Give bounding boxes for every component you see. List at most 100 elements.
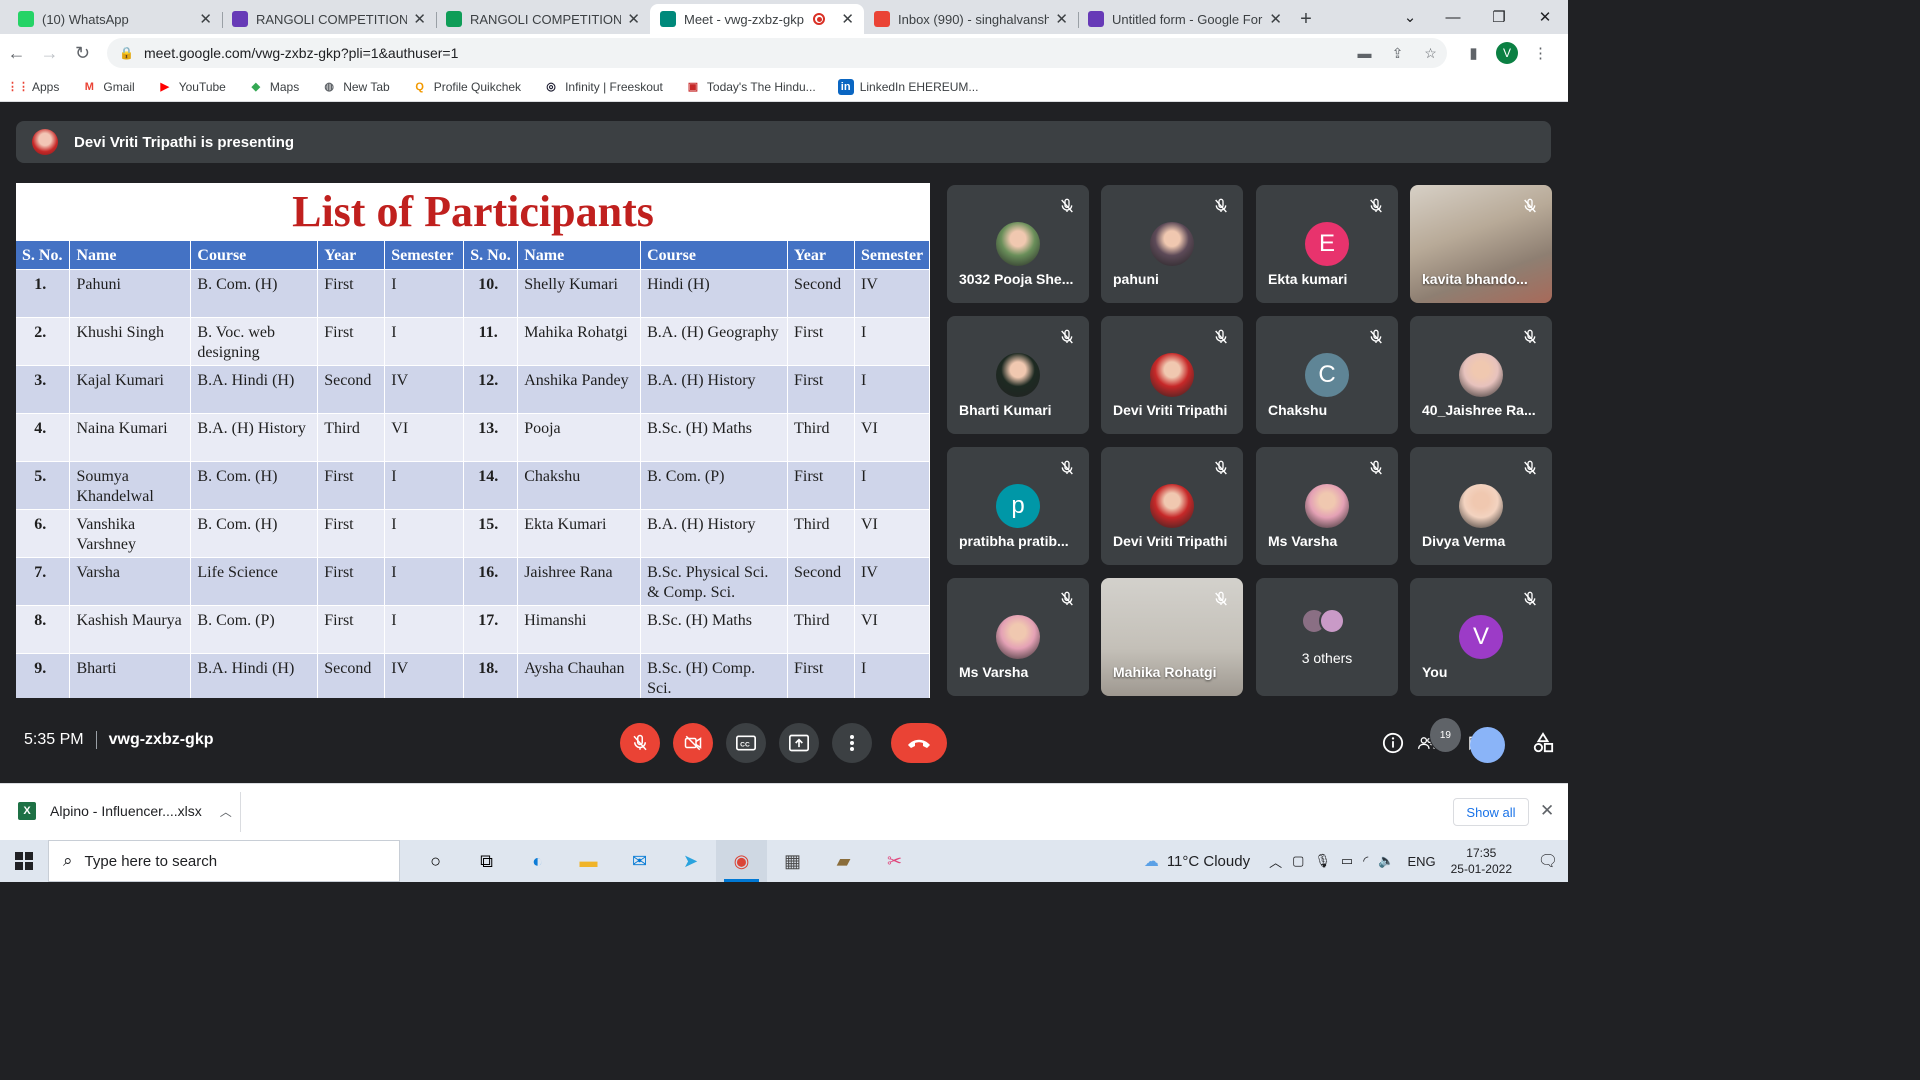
taskbar-search-box[interactable]: ⌕ Type here to search <box>48 840 400 882</box>
bookmark-item[interactable]: M Gmail <box>81 79 135 95</box>
table-header-cell: Name <box>517 241 642 269</box>
browser-tab[interactable]: RANGOLI COMPETITION FC ✕ <box>222 4 436 34</box>
close-window-button[interactable]: ✕ <box>1522 0 1568 34</box>
task-view-icon[interactable]: ⧉ <box>461 840 512 882</box>
download-item[interactable]: X Alpino - Influencer....xlsx ︿ <box>18 802 232 820</box>
table-cell: Hindi (H) <box>640 268 788 317</box>
camera-icon[interactable]: ▬ <box>1348 45 1381 61</box>
participant-tile[interactable]: Bharti Kumari <box>947 316 1089 434</box>
participant-tile[interactable]: 40_Jaishree Ra... <box>1410 316 1552 434</box>
browser-tab[interactable]: (10) WhatsApp ✕ <box>8 4 222 34</box>
app-icon[interactable]: ▰ <box>818 840 869 882</box>
reload-button[interactable]: ↻ <box>66 43 99 64</box>
table-cell: 17. <box>463 604 519 653</box>
mail-icon[interactable]: ✉ <box>614 840 665 882</box>
present-screen-button[interactable] <box>779 723 819 763</box>
new-tab-button[interactable]: + <box>1292 4 1320 34</box>
table-cell: I <box>384 604 465 653</box>
participant-tile[interactable]: V You <box>1410 578 1552 696</box>
table-cell: 3. <box>16 364 71 413</box>
forward-button[interactable]: → <box>33 43 66 64</box>
bookmark-item[interactable]: Q Profile Quikchek <box>412 79 521 95</box>
browser-tab[interactable]: Inbox (990) - singhalvanshi ✕ <box>864 4 1078 34</box>
participant-tile[interactable]: 3032 Pooja She... <box>947 185 1089 303</box>
participant-tile[interactable]: kavita bhando... <box>1410 185 1552 303</box>
browser-tab[interactable]: RANGOLI COMPETITION FC ✕ <box>436 4 650 34</box>
bookmark-item[interactable]: ▶ YouTube <box>157 79 225 95</box>
bookmark-label: Infinity | Freeskout <box>565 79 663 94</box>
meeting-details-button[interactable] <box>1368 725 1418 761</box>
restore-button[interactable]: ❐ <box>1476 0 1522 34</box>
tab-close-icon[interactable]: ✕ <box>413 10 426 28</box>
participant-tile[interactable]: 3 others <box>1256 578 1398 696</box>
tab-close-icon[interactable]: ✕ <box>1269 10 1282 28</box>
participant-tile[interactable]: C Chakshu <box>1256 316 1398 434</box>
microphone-icon[interactable]: 🎙 <box>1314 853 1331 869</box>
volume-icon[interactable]: 🔈 <box>1378 853 1394 869</box>
participant-tile[interactable]: Divya Verma <box>1410 447 1552 565</box>
participant-tile[interactable]: Devi Vriti Tripathi <box>1101 447 1243 565</box>
taskbar-clock[interactable]: 17:35 25-01-2022 <box>1451 845 1512 877</box>
minimize-button[interactable]: — <box>1430 0 1476 34</box>
table-cell: 16. <box>463 556 519 605</box>
chrome-icon[interactable]: ◉ <box>716 840 767 882</box>
gmail-icon <box>874 11 890 27</box>
telegram-icon[interactable]: ➤ <box>665 840 716 882</box>
participant-tile[interactable]: Devi Vriti Tripathi <box>1101 316 1243 434</box>
language-indicator[interactable]: ENG <box>1407 854 1435 869</box>
browser-tab[interactable]: Meet - vwg-zxbz-gkp ✕ <box>650 4 864 34</box>
share-icon[interactable]: ⇪ <box>1381 45 1414 62</box>
chevron-up-icon[interactable]: ︿ <box>220 803 232 820</box>
table-cell: B. Com. (P) <box>190 604 319 653</box>
show-all-button[interactable]: Show all <box>1453 798 1529 826</box>
bookmark-item[interactable]: in LinkedIn EHEREUM... <box>837 78 978 95</box>
tab-close-icon[interactable]: ✕ <box>841 10 854 28</box>
back-button[interactable]: ← <box>0 43 33 64</box>
chevron-up-tray-icon[interactable]: ︿ <box>1269 852 1282 871</box>
tab-close-icon[interactable]: ✕ <box>627 10 640 28</box>
participant-tile[interactable]: Ms Varsha <box>1256 447 1398 565</box>
participant-tile[interactable]: Mahika Rohatgi <box>1101 578 1243 696</box>
people-button[interactable]: 19 <box>1418 717 1468 761</box>
battery-icon[interactable]: ▭ <box>1341 853 1353 869</box>
snip-icon[interactable]: ✂ <box>869 840 920 882</box>
address-bar[interactable]: 🔒 meet.google.com/vwg-zxbz-gkp?pli=1&aut… <box>107 38 1447 68</box>
participant-tile[interactable]: pahuni <box>1101 185 1243 303</box>
bookmark-item[interactable]: ◆ Maps <box>248 79 300 95</box>
activities-button[interactable] <box>1518 725 1568 761</box>
participant-tile[interactable]: Ms Varsha <box>947 578 1089 696</box>
profile-avatar[interactable]: V <box>1496 42 1518 64</box>
bookmark-item[interactable]: ◎ Infinity | Freeskout <box>543 79 663 95</box>
edge-icon[interactable]: ◐ <box>512 840 563 882</box>
bookmark-item[interactable]: ◍ New Tab <box>321 79 389 95</box>
captions-button[interactable]: CC <box>726 723 766 763</box>
bookmark-item[interactable]: ▣ Today's The Hindu... <box>685 79 816 95</box>
start-button[interactable] <box>0 840 48 882</box>
participant-tile[interactable]: p pratibha pratib... <box>947 447 1089 565</box>
file-explorer-icon[interactable]: ▬ <box>563 840 614 882</box>
chat-button[interactable] <box>1468 725 1518 763</box>
browser-menu-icon[interactable]: ⋮ <box>1524 44 1557 62</box>
camera-off-button[interactable] <box>673 723 713 763</box>
bookmark-star-icon[interactable]: ☆ <box>1414 45 1447 62</box>
calculator-icon[interactable]: ▦ <box>767 840 818 882</box>
more-options-button[interactable] <box>832 723 872 763</box>
tab-close-icon[interactable]: ✕ <box>199 10 212 28</box>
tab-search-icon[interactable]: ⌄ <box>1390 0 1430 34</box>
side-panel-icon[interactable]: ▮ <box>1457 44 1490 62</box>
participant-tile[interactable]: E Ekta kumari <box>1256 185 1398 303</box>
close-downloads-icon[interactable]: ✕ <box>1540 801 1554 821</box>
notifications-icon[interactable]: 🗨 <box>1528 851 1568 871</box>
tray-app-icon[interactable]: ▢ <box>1292 853 1304 869</box>
tab-close-icon[interactable]: ✕ <box>1055 10 1068 28</box>
mic-off-button[interactable] <box>620 723 660 763</box>
table-cell: I <box>854 364 930 413</box>
participant-name: You <box>1422 664 1448 680</box>
browser-tab[interactable]: Untitled form - Google For ✕ <box>1078 4 1292 34</box>
weather-widget[interactable]: ☁ 11°C Cloudy <box>1144 852 1250 871</box>
cortana-icon[interactable]: ○ <box>410 840 461 882</box>
wifi-icon[interactable]: ◜ <box>1363 853 1368 869</box>
bookmark-item[interactable]: ⋮⋮ Apps <box>7 79 59 95</box>
leave-call-button[interactable] <box>891 723 947 763</box>
presenter-avatar <box>32 129 58 155</box>
